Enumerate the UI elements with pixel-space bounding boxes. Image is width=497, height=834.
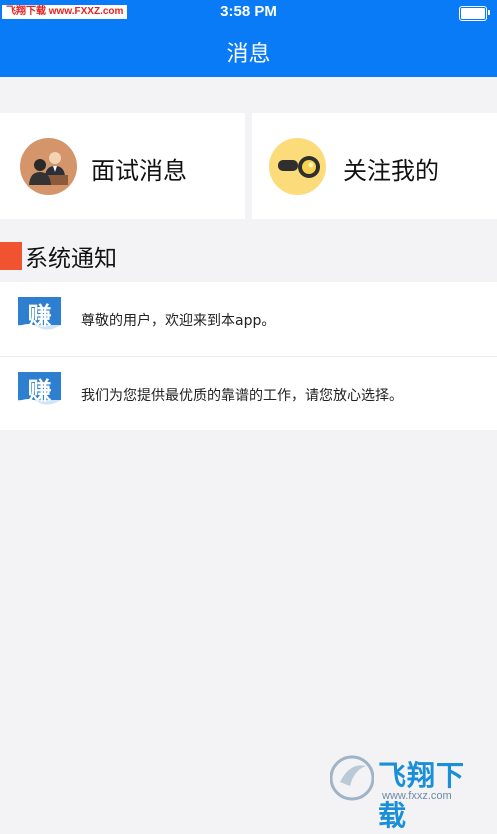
following-me-card[interactable]: 关注我的 (252, 113, 497, 219)
app-logo-icon: 赚 (18, 372, 61, 415)
list-item[interactable]: 赚 尊敬的用户，欢迎来到本app。 (0, 282, 497, 356)
interview-messages-card[interactable]: 面试消息 (0, 113, 245, 219)
list-item[interactable]: 赚 我们为您提供最优质的靠谱的工作，请您放心选择。 (0, 356, 497, 431)
watermark-logo: 飞翔下载 www.fxxz.com (330, 752, 490, 832)
svg-text:赚: 赚 (28, 377, 52, 405)
section-title: 系统通知 (25, 246, 117, 272)
svg-text:赚: 赚 (28, 302, 52, 330)
interview-icon (20, 138, 77, 195)
binoculars-icon (269, 138, 326, 195)
battery-icon (459, 6, 490, 21)
notice-text: 我们为您提供最优质的靠谱的工作，请您放心选择。 (81, 388, 403, 404)
section-accent-bar (0, 242, 22, 270)
page-title: 消息 (226, 42, 271, 67)
message-categories: 面试消息 关注我的 (0, 113, 497, 219)
nav-bar: 消息 (0, 26, 497, 77)
app-logo-icon: 赚 (18, 297, 61, 340)
status-bar: 飞翔下载 www.FXXZ.com 3:58 PM (0, 0, 497, 26)
status-time: 3:58 PM (220, 3, 277, 20)
watermark-emblem-icon (330, 755, 374, 801)
notice-list: 赚 尊敬的用户，欢迎来到本app。 赚 我们为您提供最优质的靠谱的工作，请您放心… (0, 282, 497, 430)
system-notice-header: 系统通知 (0, 236, 497, 272)
interview-messages-label: 面试消息 (91, 157, 187, 185)
watermark-logo-url: www.fxxz.com (382, 790, 452, 802)
following-me-label: 关注我的 (343, 157, 439, 185)
notice-text: 尊敬的用户，欢迎来到本app。 (81, 313, 276, 329)
